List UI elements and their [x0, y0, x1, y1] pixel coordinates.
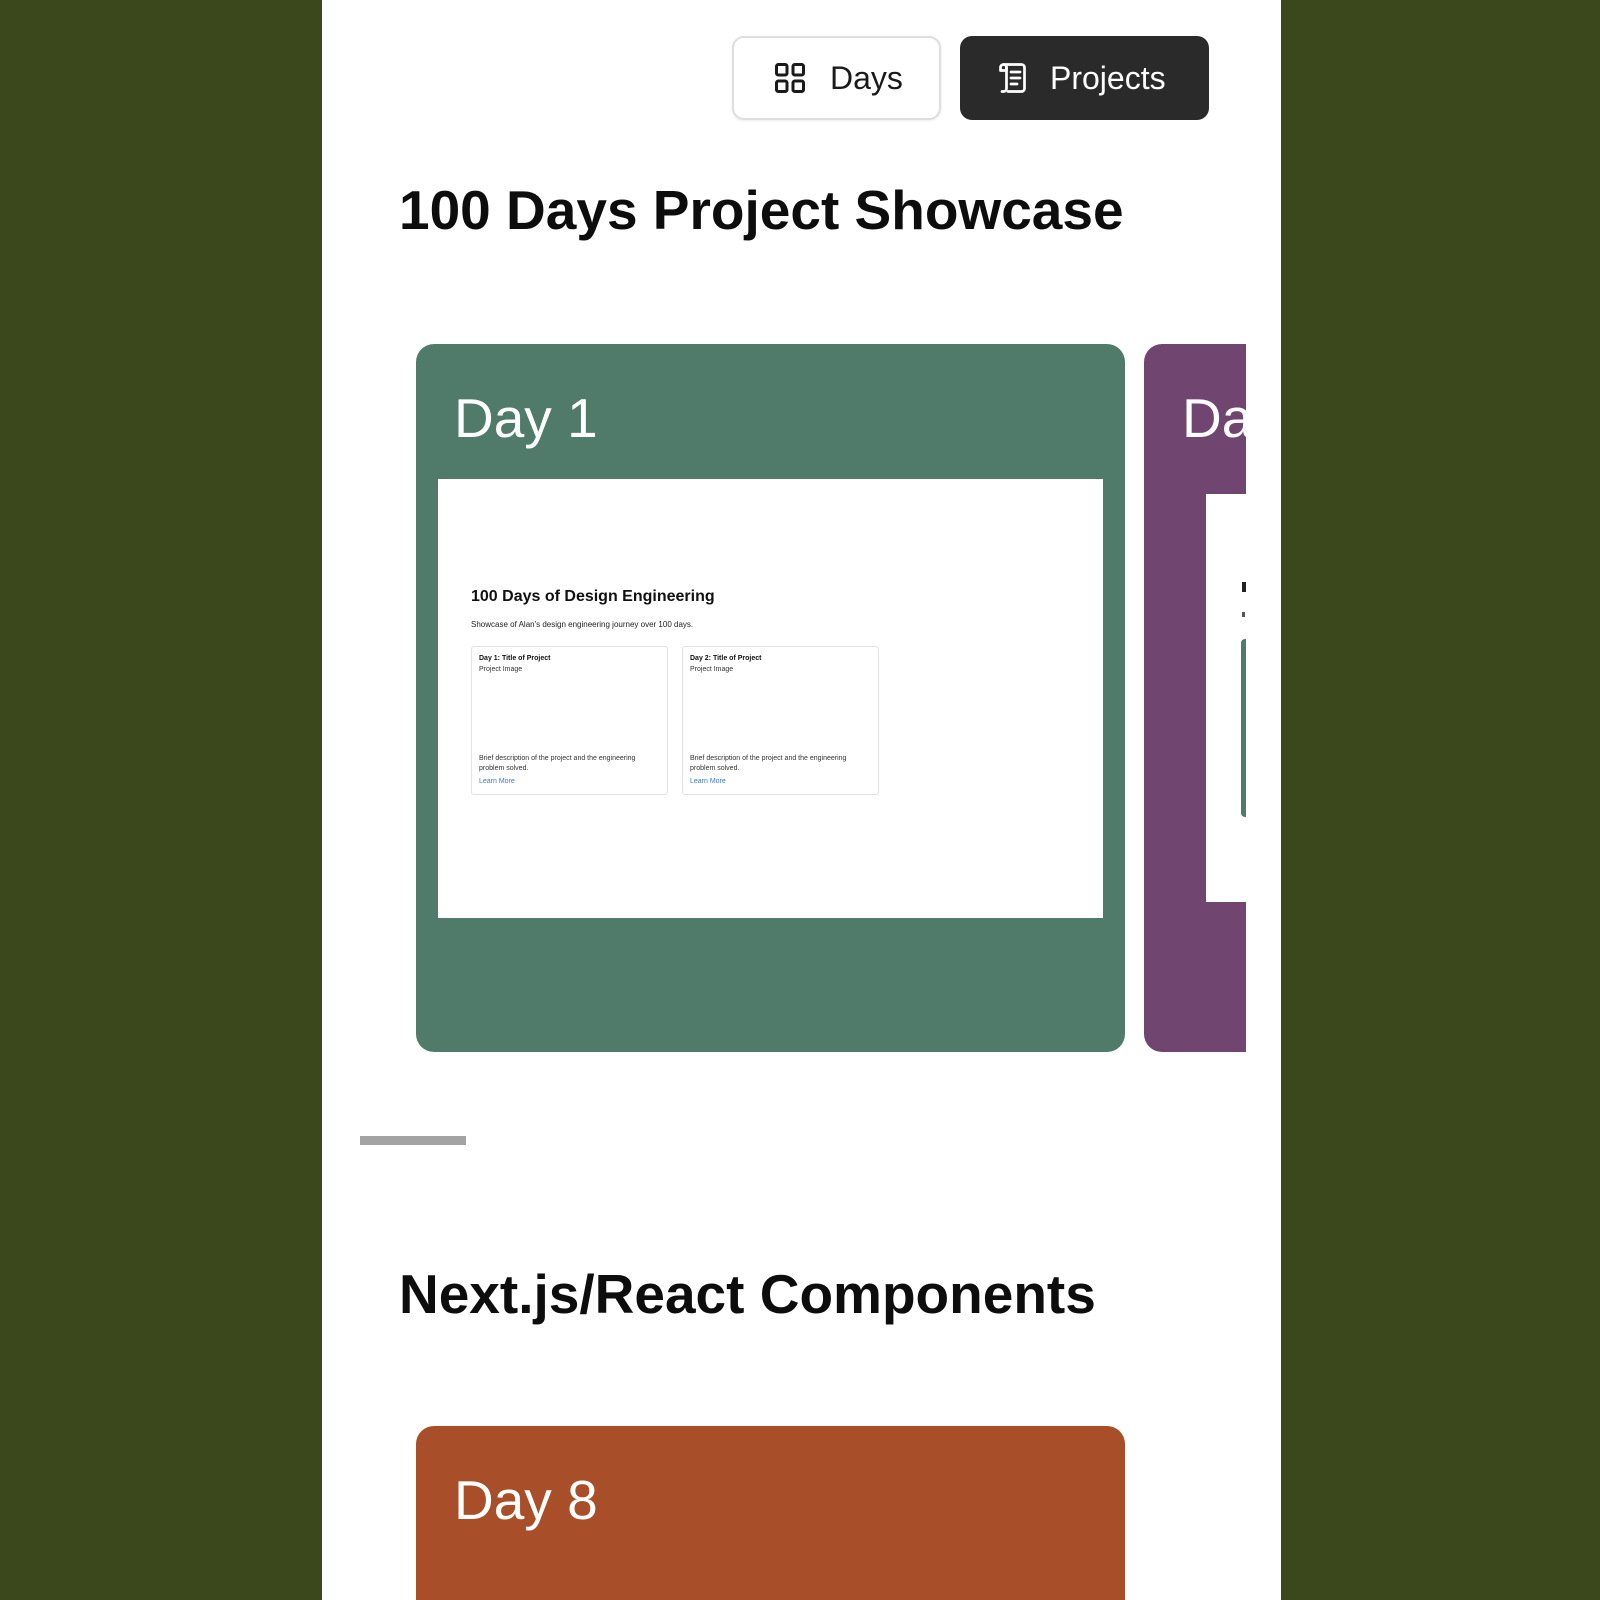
projects-button-label: Projects: [1050, 59, 1166, 96]
day-card[interactable]: Day 2: [1144, 344, 1246, 1052]
preview-fragment: [1241, 639, 1246, 817]
day-card-label: Day 2: [1182, 387, 1246, 449]
preview-card-description: Brief description of the project and the…: [690, 755, 847, 772]
grid-icon: [772, 60, 808, 96]
preview-card-title: Day 2: Title of Project: [690, 655, 762, 662]
preview-card-link: Learn More: [479, 778, 515, 785]
day-card[interactable]: Day 8: [416, 1426, 1125, 1600]
scroll-icon: [996, 60, 1032, 96]
preview-fragment: [1242, 612, 1245, 617]
showcase-section-title: 100 Days Project Showcase: [399, 179, 1124, 241]
preview-fragment: [1242, 582, 1246, 592]
project-preview-image[interactable]: 100 Days of Design Engineering Showcase …: [438, 479, 1103, 918]
day-card[interactable]: Day 1 100 Days of Design Engineering Sho…: [416, 344, 1125, 1052]
preview-card-title: Day 1: Title of Project: [479, 655, 551, 662]
day-card-label: Day 1: [454, 387, 598, 449]
preview-card-image-placeholder: Project Image: [690, 666, 734, 673]
preview-card-image-placeholder: Project Image: [479, 666, 523, 673]
preview-card-link: Learn More: [690, 778, 726, 785]
main-page: Days Projects 100 Days Project Showcase …: [322, 0, 1281, 1600]
day-card-label: Day 8: [454, 1469, 598, 1531]
preview-title: 100 Days of Design Engineering: [471, 588, 715, 605]
project-carousel[interactable]: Day 1 100 Days of Design Engineering Sho…: [416, 344, 1246, 1054]
days-button-label: Days: [830, 59, 903, 96]
project-preview-image[interactable]: [1206, 494, 1246, 902]
carousel-scroll-indicator[interactable]: [360, 1136, 466, 1145]
days-view-button[interactable]: Days: [732, 36, 941, 120]
preview-card-description: Brief description of the project and the…: [479, 755, 636, 772]
projects-view-button[interactable]: Projects: [960, 36, 1209, 120]
components-section-title: Next.js/React Components: [399, 1263, 1096, 1325]
preview-project-card: Day 2: Title of Project Project Image Br…: [682, 646, 879, 795]
preview-project-card: Day 1: Title of Project Project Image Br…: [471, 646, 668, 795]
preview-subtitle: Showcase of Alan's design engineering jo…: [471, 620, 694, 629]
